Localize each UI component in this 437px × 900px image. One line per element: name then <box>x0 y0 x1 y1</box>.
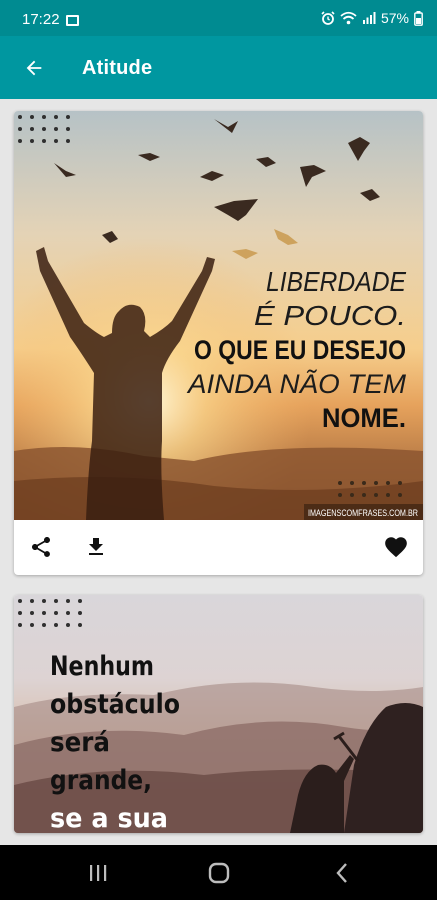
arrow-left-icon <box>26 60 42 76</box>
image-icon <box>66 15 79 26</box>
quote-image[interactable]: Nenhum obstáculo será grande, se a sua <box>14 595 423 833</box>
favorite-button[interactable] <box>381 532 411 562</box>
quote-line-3: O QUE EU DESEJO <box>194 335 406 365</box>
card-actions <box>14 520 423 575</box>
download-button[interactable] <box>81 532 111 562</box>
nav-back-button[interactable] <box>322 859 362 887</box>
back-button[interactable] <box>16 50 52 86</box>
quote-line-4: AINDA NÃO TEM <box>186 368 407 399</box>
share-button[interactable] <box>26 532 56 562</box>
quote-line-4: grande, <box>50 765 152 796</box>
status-bar: 17:22 57% <box>0 0 437 36</box>
quote-line-1: Nenhum <box>50 651 154 682</box>
download-icon <box>89 538 103 555</box>
heart-icon <box>385 537 407 558</box>
status-icons: 57% <box>321 10 423 26</box>
watermark: IMAGENSCOMFRASES.COM.BR <box>308 508 418 518</box>
recents-icon <box>90 865 107 881</box>
quote-image[interactable]: LIBERDADE É POUCO. O QUE EU DESEJO AINDA… <box>14 111 423 520</box>
home-button[interactable] <box>199 859 239 887</box>
system-nav-bar <box>0 845 437 900</box>
quote-line-5: se a sua <box>50 803 168 833</box>
share-icon <box>32 537 50 557</box>
battery-icon <box>414 10 423 26</box>
alarm-icon <box>321 11 335 25</box>
quote-line-5: NOME. <box>322 403 406 433</box>
battery-percent: 57% <box>380 10 409 26</box>
signal-icon <box>362 12 376 24</box>
status-time: 17:22 <box>22 11 60 28</box>
quote-card: LIBERDADE É POUCO. O QUE EU DESEJO AINDA… <box>14 111 423 575</box>
recents-button[interactable] <box>78 859 118 887</box>
app-bar: Atitude <box>0 36 437 99</box>
quote-line-3: será <box>50 727 110 758</box>
quote-line-1: LIBERDADE <box>266 266 406 297</box>
quote-line-2: É POUCO. <box>254 300 406 331</box>
wifi-icon <box>340 11 357 25</box>
quote-line-2: obstáculo <box>50 689 180 720</box>
home-icon <box>208 862 230 884</box>
page-title: Atitude <box>82 57 153 79</box>
quote-card: Nenhum obstáculo será grande, se a sua <box>14 595 423 833</box>
back-icon <box>336 863 347 883</box>
